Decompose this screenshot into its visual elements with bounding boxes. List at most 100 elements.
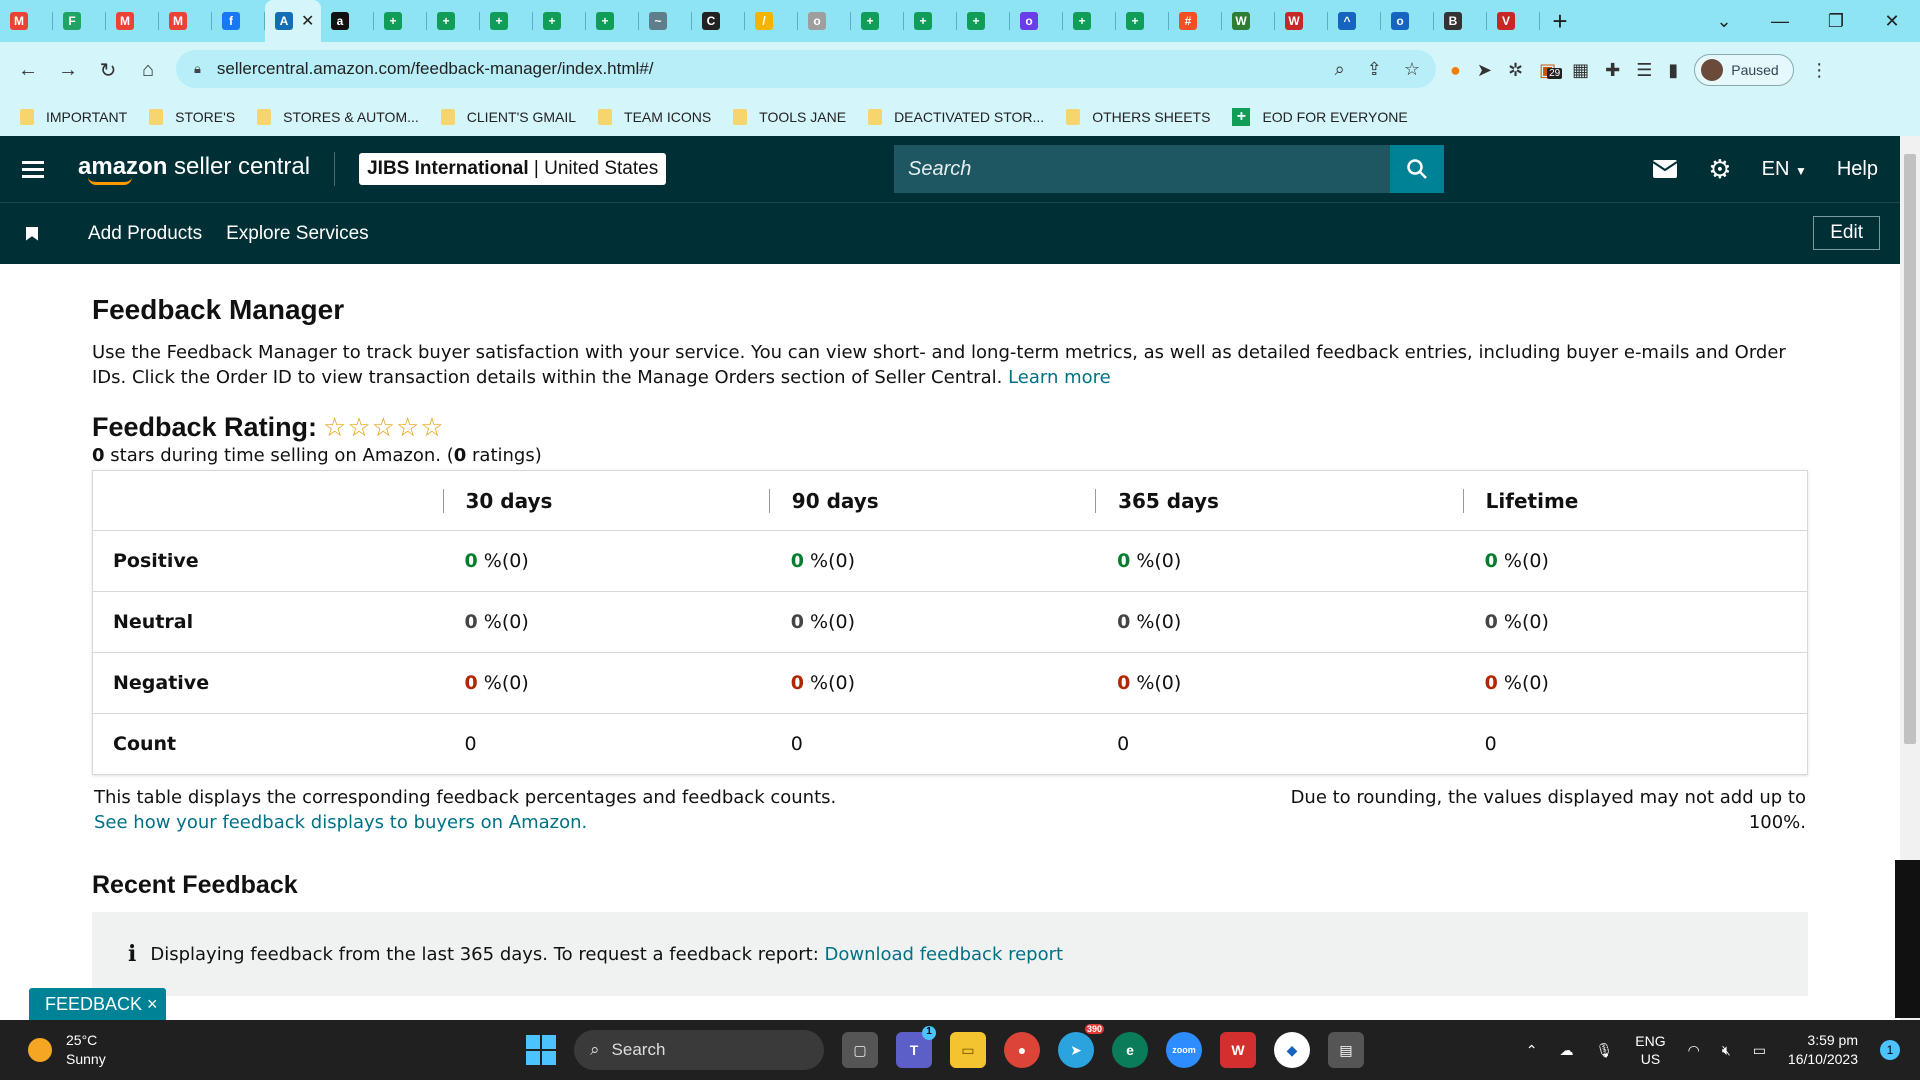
extension-grid-icon[interactable]: ▦: [1572, 60, 1589, 81]
browser-tab[interactable]: a: [321, 0, 374, 42]
browser-tab[interactable]: +: [957, 0, 1010, 42]
bookmark-icon[interactable]: [26, 226, 38, 241]
settings-gear-icon[interactable]: ⚙: [1708, 154, 1731, 185]
bookmark-item[interactable]: IMPORTANT: [20, 109, 127, 125]
browser-tab[interactable]: M: [159, 0, 212, 42]
explore-services-link[interactable]: Explore Services: [226, 223, 369, 245]
notification-badge[interactable]: 1: [1880, 1040, 1900, 1060]
edge-icon[interactable]: e: [1112, 1032, 1148, 1068]
browser-tab[interactable]: ^: [1328, 0, 1381, 42]
add-products-link[interactable]: Add Products: [88, 223, 202, 245]
browser-tab[interactable]: A ✕: [265, 0, 321, 42]
browser-tab[interactable]: B: [1434, 0, 1487, 42]
teams-icon[interactable]: T1: [896, 1026, 936, 1068]
zoom-icon[interactable]: ⌕: [1335, 59, 1345, 80]
file-explorer-icon[interactable]: ▭: [950, 1032, 986, 1068]
browser-tab[interactable]: +: [586, 0, 639, 42]
browser-tab[interactable]: +: [427, 0, 480, 42]
scrollbar-thumb[interactable]: [1904, 154, 1916, 744]
see-feedback-display-link[interactable]: See how your feedback displays to buyers…: [94, 812, 587, 833]
close-tab-icon[interactable]: ✕: [301, 11, 314, 31]
forward-icon[interactable]: →: [48, 59, 88, 82]
language-selector[interactable]: EN ▼: [1762, 158, 1807, 181]
profile-button[interactable]: Paused: [1694, 54, 1795, 86]
browser-tab[interactable]: f: [212, 0, 265, 42]
browser-tab[interactable]: +: [1063, 0, 1116, 42]
telegram-icon[interactable]: ➤ 390: [1058, 1024, 1104, 1068]
windows-start-icon[interactable]: [526, 1035, 556, 1065]
browser-tab[interactable]: W: [1275, 0, 1328, 42]
browser-tab[interactable]: +: [533, 0, 586, 42]
vpn-shield-icon[interactable]: ◆: [1274, 1032, 1310, 1068]
bookmark-item[interactable]: DEACTIVATED STOR...: [868, 109, 1044, 125]
lock-icon[interactable]: 🔒︎: [194, 61, 201, 77]
extension-gear-icon[interactable]: ✲: [1508, 60, 1523, 81]
browser-tab[interactable]: +: [1116, 0, 1169, 42]
extension-orange-icon[interactable]: ●: [1450, 60, 1461, 81]
store-selector[interactable]: JIBS International | United States: [359, 153, 667, 185]
url-text[interactable]: sellercentral.amazon.com/feedback-manage…: [217, 59, 654, 79]
feedback-tab-button[interactable]: FEEDBACK ×: [29, 988, 166, 1021]
chrome-icon[interactable]: ●: [1004, 1032, 1040, 1068]
minimize-icon[interactable]: —: [1752, 11, 1808, 32]
clock[interactable]: 3:59 pm 16/10/2023: [1788, 1031, 1858, 1069]
bookmark-item[interactable]: TEAM ICONS: [598, 109, 711, 125]
tab-search-icon[interactable]: ⌄: [1696, 11, 1752, 32]
calculator-icon[interactable]: ▤: [1328, 1032, 1364, 1068]
bookmark-star-icon[interactable]: ☆: [1404, 59, 1420, 80]
address-bar[interactable]: 🔒︎ sellercentral.amazon.com/feedback-man…: [176, 50, 1436, 88]
reading-list-icon[interactable]: ☰: [1636, 60, 1652, 81]
browser-tab[interactable]: W: [1222, 0, 1275, 42]
amazon-seller-central-logo[interactable]: amazon seller central: [78, 153, 310, 185]
bookmark-item[interactable]: + EOD FOR EVERYONE: [1232, 108, 1408, 126]
mail-icon[interactable]: [1652, 159, 1678, 179]
browser-tab[interactable]: #: [1169, 0, 1222, 42]
bookmark-item[interactable]: CLIENT'S GMAIL: [440, 109, 576, 125]
onedrive-cloud-icon[interactable]: ☁: [1560, 1042, 1574, 1059]
reload-icon[interactable]: ↻: [88, 58, 128, 83]
browser-tab[interactable]: C: [692, 0, 745, 42]
bookmark-item[interactable]: STORE'S: [149, 109, 235, 125]
browser-tab[interactable]: o: [1381, 0, 1434, 42]
browser-tab[interactable]: V: [1487, 0, 1540, 42]
weather-widget[interactable]: 25°C Sunny: [28, 1031, 106, 1069]
microphone-icon[interactable]: 🎙︎: [1596, 1042, 1614, 1059]
browser-tab[interactable]: o: [1010, 0, 1063, 42]
bookmark-item[interactable]: STORES & AUTOM...: [257, 109, 419, 125]
speaker-muted-icon[interactable]: 🔇︎: [1722, 1042, 1731, 1059]
browser-tab[interactable]: +: [851, 0, 904, 42]
input-language[interactable]: ENG US: [1635, 1032, 1665, 1068]
learn-more-link[interactable]: Learn more: [1008, 367, 1111, 388]
browser-tab[interactable]: +: [374, 0, 427, 42]
hamburger-menu-icon[interactable]: [22, 157, 44, 182]
wps-icon[interactable]: W: [1220, 1032, 1256, 1068]
browser-tab[interactable]: ~: [639, 0, 692, 42]
help-link[interactable]: Help: [1837, 158, 1878, 181]
extension-arrow-icon[interactable]: ➤: [1477, 60, 1492, 81]
side-panel-icon[interactable]: ▮: [1668, 60, 1678, 81]
extensions-puzzle-icon[interactable]: ✚: [1605, 60, 1620, 81]
zoom-icon[interactable]: zoom: [1166, 1032, 1202, 1068]
new-tab-icon[interactable]: +: [1540, 6, 1580, 37]
menu-kebab-icon[interactable]: ⋮: [1810, 60, 1828, 81]
bookmark-item[interactable]: TOOLS JANE: [733, 109, 846, 125]
search-input[interactable]: Search: [894, 158, 1390, 181]
share-icon[interactable]: ⇪: [1367, 59, 1382, 80]
taskbar-search[interactable]: ⌕ Search: [574, 1030, 824, 1070]
browser-tab[interactable]: /: [745, 0, 798, 42]
browser-tab[interactable]: F: [53, 0, 106, 42]
task-view-icon[interactable]: ▢: [842, 1032, 878, 1068]
restore-icon[interactable]: ❐: [1808, 11, 1864, 32]
back-icon[interactable]: ←: [8, 59, 48, 82]
chevron-up-icon[interactable]: ⌃: [1526, 1042, 1538, 1059]
browser-tab[interactable]: o: [798, 0, 851, 42]
home-icon[interactable]: ⌂: [128, 59, 168, 82]
bookmark-item[interactable]: OTHERS SHEETS: [1066, 109, 1210, 125]
search-button[interactable]: [1390, 145, 1444, 193]
extension-folder-icon[interactable]: ▣29: [1539, 60, 1563, 81]
browser-tab[interactable]: M: [106, 0, 159, 42]
browser-tab[interactable]: +: [480, 0, 533, 42]
browser-tab[interactable]: +: [904, 0, 957, 42]
edit-button[interactable]: Edit: [1813, 216, 1880, 250]
wifi-icon[interactable]: ◠: [1688, 1042, 1700, 1059]
